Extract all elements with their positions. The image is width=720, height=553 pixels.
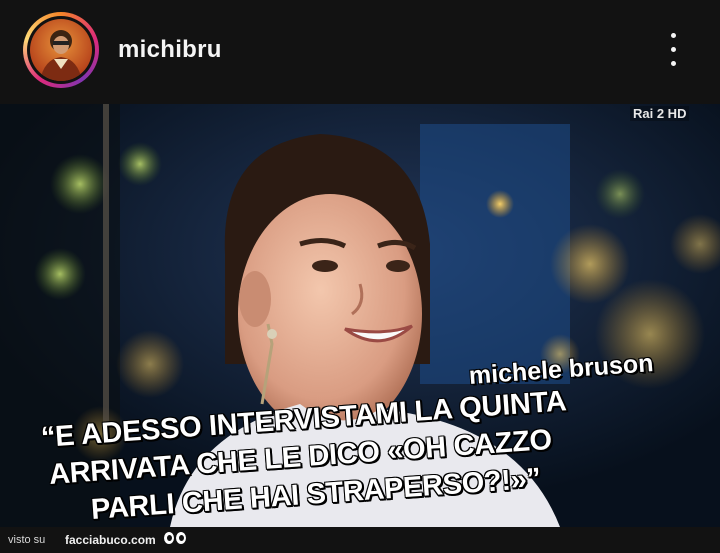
post-image[interactable]: Rai 2 HD michele bruson “E ADESSO INTERV… <box>0 104 720 527</box>
footer-label: visto su <box>8 534 46 546</box>
avatar-border <box>27 16 95 84</box>
more-options-button[interactable] <box>660 30 688 70</box>
more-vertical-icon-dot <box>671 47 676 52</box>
eyes-icon <box>164 532 188 546</box>
avatar[interactable] <box>23 12 99 88</box>
footer-watermark: visto su facciabuco.com <box>0 527 720 553</box>
username[interactable]: michibru <box>118 36 222 64</box>
more-vertical-icon <box>671 33 676 38</box>
channel-logo: Rai 2 HD <box>630 106 690 121</box>
more-vertical-icon-dot <box>671 61 676 66</box>
footer-site-link[interactable]: facciabuco.com <box>65 533 156 547</box>
avatar-image <box>30 19 92 81</box>
post-header: michibru <box>0 0 720 104</box>
